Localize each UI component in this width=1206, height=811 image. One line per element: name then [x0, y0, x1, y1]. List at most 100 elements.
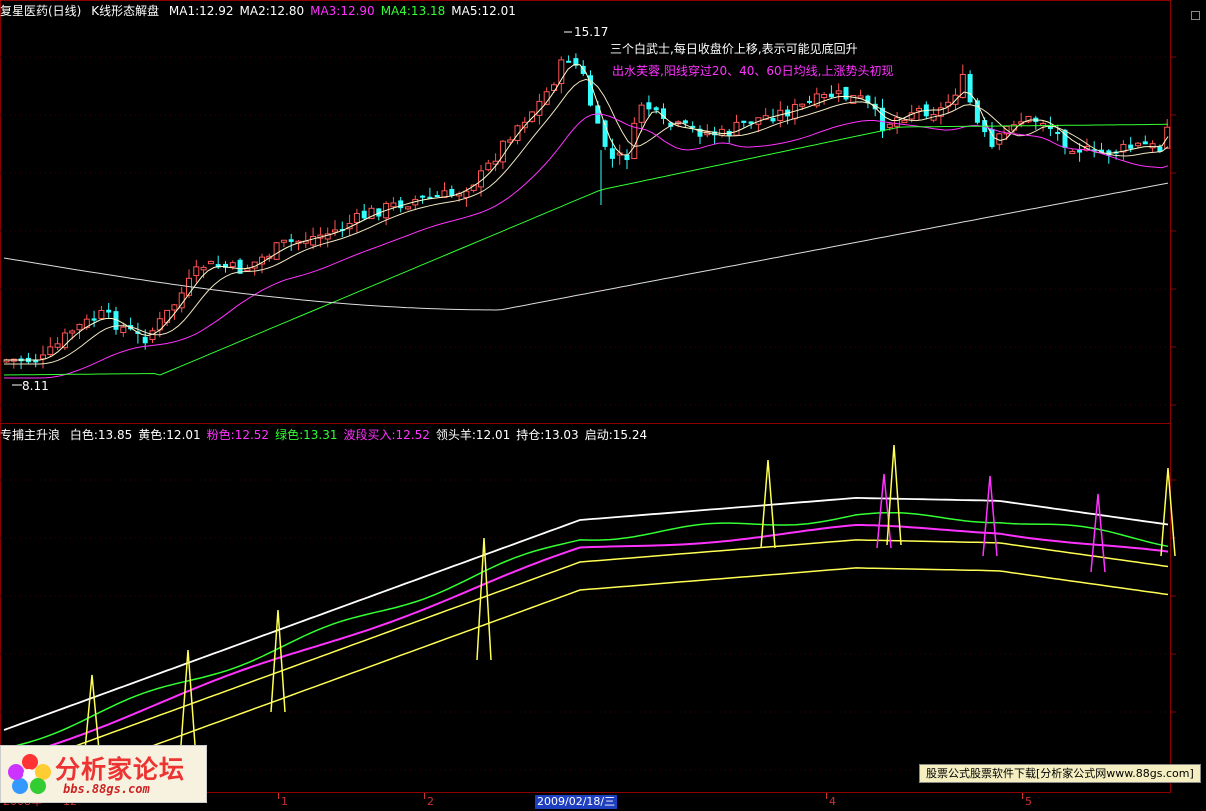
candle-body-down	[646, 102, 652, 110]
candle-body-down	[1157, 146, 1163, 152]
ma-line-pink	[4, 113, 1169, 379]
candle-body-up	[821, 94, 828, 99]
date-tick-label: 5	[1025, 795, 1032, 808]
candle-body-up	[76, 323, 83, 331]
ma-line-long	[3, 182, 1169, 311]
candle-body-down	[682, 120, 688, 124]
candle-body-up	[463, 190, 470, 198]
candle-body-down	[288, 239, 294, 242]
candle-body-down	[449, 189, 455, 196]
candle-body-up	[799, 103, 806, 107]
ma-value-4: MA5:12.01	[451, 4, 516, 18]
candle-body-up	[40, 354, 46, 360]
logo-url: bbs.88gs.com	[63, 782, 150, 796]
sub-value-5: 领头羊:12.01	[435, 428, 511, 442]
pattern-note-2: 出水芙蓉,阳线穿过20、40、60日均线,上涨势头初现	[612, 64, 894, 78]
ma-value-1: MA2:12.80	[239, 4, 305, 18]
sub-value-2: 粉色:12.52	[206, 428, 270, 442]
low-price-label: 8.11	[22, 379, 49, 393]
candle-body-up	[1135, 142, 1141, 147]
download-banner[interactable]: 股票公式股票软件下载[分析家公式网www.88gs.com]	[919, 764, 1201, 783]
current-date-label: 2009/02/18/三	[535, 795, 618, 809]
candle-body-up	[171, 304, 178, 311]
candle-body-down	[420, 195, 426, 198]
candle-body-up	[69, 330, 76, 334]
candle-body-up	[916, 107, 922, 112]
candle-body-up	[901, 120, 908, 124]
ma-value-2: MA3:12.90	[310, 4, 375, 18]
candle-body-down	[843, 86, 849, 100]
candle-body-down	[566, 60, 572, 63]
candle-body-down	[741, 120, 747, 123]
candle-body-up	[733, 121, 740, 136]
date-tick-label: 2	[427, 795, 434, 808]
date-tick-label: 1	[281, 795, 288, 808]
candle-body-up	[310, 235, 317, 246]
sub-value-1: 黄色:12.01	[138, 428, 201, 442]
candle-body-up	[200, 266, 207, 271]
date-tick-label: 4	[829, 795, 836, 808]
candle-body-down	[624, 154, 630, 161]
candle-body-down	[1142, 141, 1148, 145]
sub-value-0: 白色:13.85	[69, 428, 133, 442]
candle-body-up	[1069, 151, 1076, 155]
bottom-header: 专捕主升浪 白色:13.85 黄色:12.01 粉色:12.52 绿色:13.31 波段…	[0, 426, 659, 444]
sub-value-6: 持仓:13.03	[516, 428, 579, 442]
candle-body-down	[609, 148, 615, 159]
ma-value-0: MA1:12.92	[168, 4, 234, 18]
candle-body-down	[653, 107, 659, 111]
candle-body-down	[398, 200, 404, 209]
candle-body-down	[1128, 144, 1134, 149]
candle-body-up	[332, 229, 338, 233]
signal-spike	[270, 609, 286, 713]
candle-body-up	[353, 213, 360, 223]
candle-body-up	[835, 90, 842, 94]
candle-body-down	[1055, 131, 1061, 134]
indicator-name: K线形态解盘	[91, 4, 160, 18]
date-tick: 2	[424, 793, 434, 811]
sub-indicator-name: 专捕主升浪	[0, 428, 61, 442]
candle-body-up	[894, 117, 901, 127]
candle-body-up	[485, 162, 492, 171]
candle-body-down	[1077, 149, 1083, 153]
signal-spike	[1090, 493, 1106, 573]
sub-line-yellow	[3, 539, 1169, 773]
candle-body-up	[638, 104, 645, 123]
candle-body-up	[280, 239, 287, 243]
candle-body-up	[886, 123, 893, 128]
pattern-note-1: 三个白武士,每日收盘价上移,表示可能见底回升	[610, 42, 858, 56]
candle-body-up	[207, 260, 214, 265]
ma-line-yellow	[4, 78, 1169, 365]
sub-value-7: 启动:15.24	[584, 428, 648, 442]
stock-title: 复星医药(日线)	[0, 4, 82, 18]
signal-spike	[1160, 467, 1176, 557]
candle-body-down	[142, 336, 148, 344]
window-control-icon[interactable]	[1191, 11, 1200, 20]
date-tick: 4	[826, 793, 836, 811]
sub-value-3: 绿色:13.31	[275, 428, 338, 442]
sub-line-pink	[3, 524, 1169, 762]
candle-body-up	[98, 309, 105, 319]
ma-line-green	[3, 123, 1169, 376]
candle-body-up	[193, 266, 200, 277]
candle-body-up	[54, 343, 61, 348]
top-header: 复星医药(日线) K线形态解盘 MA1:12.92 MA2:12.80 MA3:12…	[0, 2, 528, 20]
price-chart[interactable]	[0, 0, 1206, 811]
signal-spike	[982, 475, 998, 557]
high-price-label: 15.17	[574, 25, 609, 39]
logo-title: 分析家论坛	[55, 755, 186, 784]
candle-body-up	[390, 202, 397, 208]
candle-body-up	[631, 122, 638, 160]
candle-body-down	[770, 118, 776, 122]
candle-body-up	[718, 128, 725, 136]
candle-body-down	[967, 74, 973, 103]
candle-body-up	[120, 326, 127, 334]
sub-value-4: 波段买入:12.52	[343, 428, 430, 442]
date-tick: 5	[1022, 793, 1032, 811]
candle-body-up	[273, 242, 280, 260]
candle-body-down	[106, 309, 112, 313]
candle-body-up	[405, 206, 411, 210]
candle-body-up	[47, 346, 54, 356]
candle-body-down	[434, 194, 440, 197]
forum-logo: 分析家论坛 bbs.88gs.com	[0, 745, 207, 803]
